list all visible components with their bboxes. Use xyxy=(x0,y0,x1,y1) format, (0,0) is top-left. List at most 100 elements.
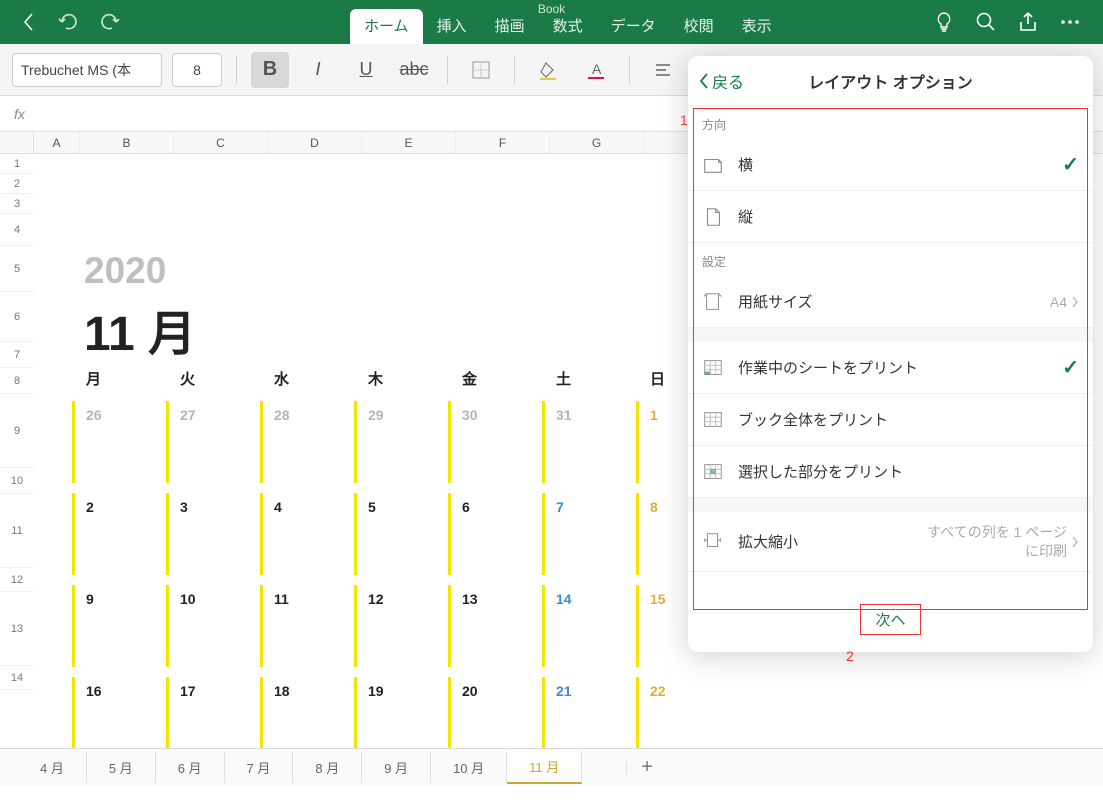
borders-button[interactable] xyxy=(462,52,500,88)
day-cell[interactable]: 3 xyxy=(166,499,260,515)
day-header: 金 xyxy=(448,368,542,389)
search-icon[interactable] xyxy=(975,11,997,33)
day-cell[interactable]: 30 xyxy=(448,407,542,423)
day-cell[interactable]: 14 xyxy=(542,591,636,607)
more-icon[interactable] xyxy=(1059,11,1081,33)
tab-insert[interactable]: 挿入 xyxy=(423,9,481,44)
day-cell[interactable]: 22 xyxy=(636,683,730,699)
sheet-tab[interactable]: 6 月 xyxy=(156,752,225,783)
sheet-tab[interactable]: 4 月 xyxy=(18,752,87,783)
sheet-tab[interactable]: 7 月 xyxy=(225,752,294,783)
sheet-tab[interactable]: 8 月 xyxy=(293,752,362,783)
day-cell[interactable]: 31 xyxy=(542,407,636,423)
tab-draw[interactable]: 描画 xyxy=(481,9,539,44)
col-header[interactable]: D xyxy=(268,132,362,153)
row-header[interactable]: 2 xyxy=(0,174,34,194)
font-size-box[interactable]: 8 xyxy=(172,53,222,87)
font-color-button[interactable]: A xyxy=(577,52,615,88)
day-cell[interactable]: 7 xyxy=(542,499,636,515)
day-cell[interactable]: 6 xyxy=(448,499,542,515)
day-cell[interactable]: 13 xyxy=(448,591,542,607)
tab-home[interactable]: ホーム xyxy=(350,9,423,44)
redo-icon[interactable] xyxy=(98,11,120,33)
day-cell[interactable]: 29 xyxy=(354,407,448,423)
day-cell[interactable]: 5 xyxy=(354,499,448,515)
sheet-tab[interactable]: 10 月 xyxy=(431,752,507,783)
row-header[interactable]: 1 xyxy=(0,154,34,174)
orientation-portrait[interactable]: 縦 xyxy=(688,191,1093,243)
col-header[interactable]: G xyxy=(550,132,644,153)
print-selection[interactable]: 選択した部分をプリント xyxy=(688,446,1093,498)
strike-button[interactable]: abc xyxy=(395,52,433,88)
day-cell[interactable]: 21 xyxy=(542,683,636,699)
back-icon[interactable] xyxy=(18,11,40,33)
day-cell[interactable]: 16 xyxy=(72,683,166,699)
sheet-tab-overflow[interactable] xyxy=(582,762,627,774)
day-separator xyxy=(260,493,263,575)
tab-review[interactable]: 校閲 xyxy=(670,9,728,44)
day-separator xyxy=(636,493,639,575)
row-header[interactable]: 14 xyxy=(0,666,34,690)
row-header[interactable]: 13 xyxy=(0,592,34,666)
row-header[interactable]: 12 xyxy=(0,568,34,592)
col-header[interactable]: C xyxy=(174,132,268,153)
paper-size-item[interactable]: 用紙サイズ A4 xyxy=(688,276,1093,328)
print-entire-book[interactable]: ブック全体をプリント xyxy=(688,394,1093,446)
day-cell[interactable]: 12 xyxy=(354,591,448,607)
row-header[interactable]: 4 xyxy=(0,214,34,246)
lightbulb-icon[interactable] xyxy=(933,11,955,33)
orientation-landscape[interactable]: 横 ✓ xyxy=(688,139,1093,191)
day-cell[interactable]: 10 xyxy=(166,591,260,607)
bold-button[interactable]: B xyxy=(251,52,289,88)
scaling-item[interactable]: 拡大縮小 すべての列を 1 ページに印刷 xyxy=(688,512,1093,572)
col-header[interactable]: F xyxy=(456,132,550,153)
select-all-corner[interactable] xyxy=(0,132,34,153)
share-icon[interactable] xyxy=(1017,11,1039,33)
col-header[interactable]: E xyxy=(362,132,456,153)
sheet-tab-active[interactable]: 11 月 xyxy=(507,751,582,784)
day-cell[interactable]: 2 xyxy=(72,499,166,515)
day-cell[interactable]: 28 xyxy=(260,407,354,423)
italic-button[interactable]: I xyxy=(299,52,337,88)
row-header[interactable]: 9 xyxy=(0,394,34,468)
day-cell[interactable]: 20 xyxy=(448,683,542,699)
panel-back-button[interactable]: 戻る xyxy=(688,69,744,93)
row-header[interactable]: 7 xyxy=(0,342,34,368)
underline-button[interactable]: U xyxy=(347,52,385,88)
align-button[interactable] xyxy=(644,52,682,88)
next-button[interactable]: 次へ xyxy=(860,604,920,635)
row-header[interactable]: 5 xyxy=(0,246,34,292)
selection-icon xyxy=(702,459,724,485)
row-header[interactable]: 3 xyxy=(0,194,34,214)
undo-icon[interactable] xyxy=(58,11,80,33)
day-cell[interactable]: 4 xyxy=(260,499,354,515)
divider xyxy=(236,56,237,84)
sheet-tab[interactable]: 5 月 xyxy=(87,752,156,783)
day-cell[interactable]: 27 xyxy=(166,407,260,423)
day-cell[interactable]: 19 xyxy=(354,683,448,699)
tab-data[interactable]: データ xyxy=(597,9,670,44)
col-header[interactable]: A xyxy=(34,132,80,153)
day-cell[interactable]: 17 xyxy=(166,683,260,699)
row-header[interactable]: 8 xyxy=(0,368,34,394)
font-name-box[interactable]: Trebuchet MS (本 xyxy=(12,53,162,87)
title-bar: Book ホーム 挿入 描画 数式 データ 校閲 表示 xyxy=(0,0,1103,44)
day-cell[interactable]: 26 xyxy=(72,407,166,423)
fill-color-button[interactable] xyxy=(529,52,567,88)
day-cell[interactable]: 11 xyxy=(260,591,354,607)
day-cell[interactable]: 9 xyxy=(72,591,166,607)
row-header[interactable]: 10 xyxy=(0,468,34,494)
add-sheet-button[interactable]: + xyxy=(627,752,667,783)
row-header[interactable]: 6 xyxy=(0,292,34,342)
day-cell[interactable]: 18 xyxy=(260,683,354,699)
row-header[interactable]: 11 xyxy=(0,494,34,568)
tab-formulas[interactable]: 数式 xyxy=(539,9,597,44)
day-number: 28 xyxy=(274,407,290,423)
sheet-tab[interactable]: 9 月 xyxy=(362,752,431,783)
day-separator xyxy=(542,401,545,483)
day-header: 木 xyxy=(354,368,448,389)
col-header[interactable]: B xyxy=(80,132,174,153)
print-active-sheet[interactable]: 作業中のシートをプリント ✓ xyxy=(688,342,1093,394)
tab-view[interactable]: 表示 xyxy=(728,9,786,44)
day-number: 10 xyxy=(180,591,196,607)
